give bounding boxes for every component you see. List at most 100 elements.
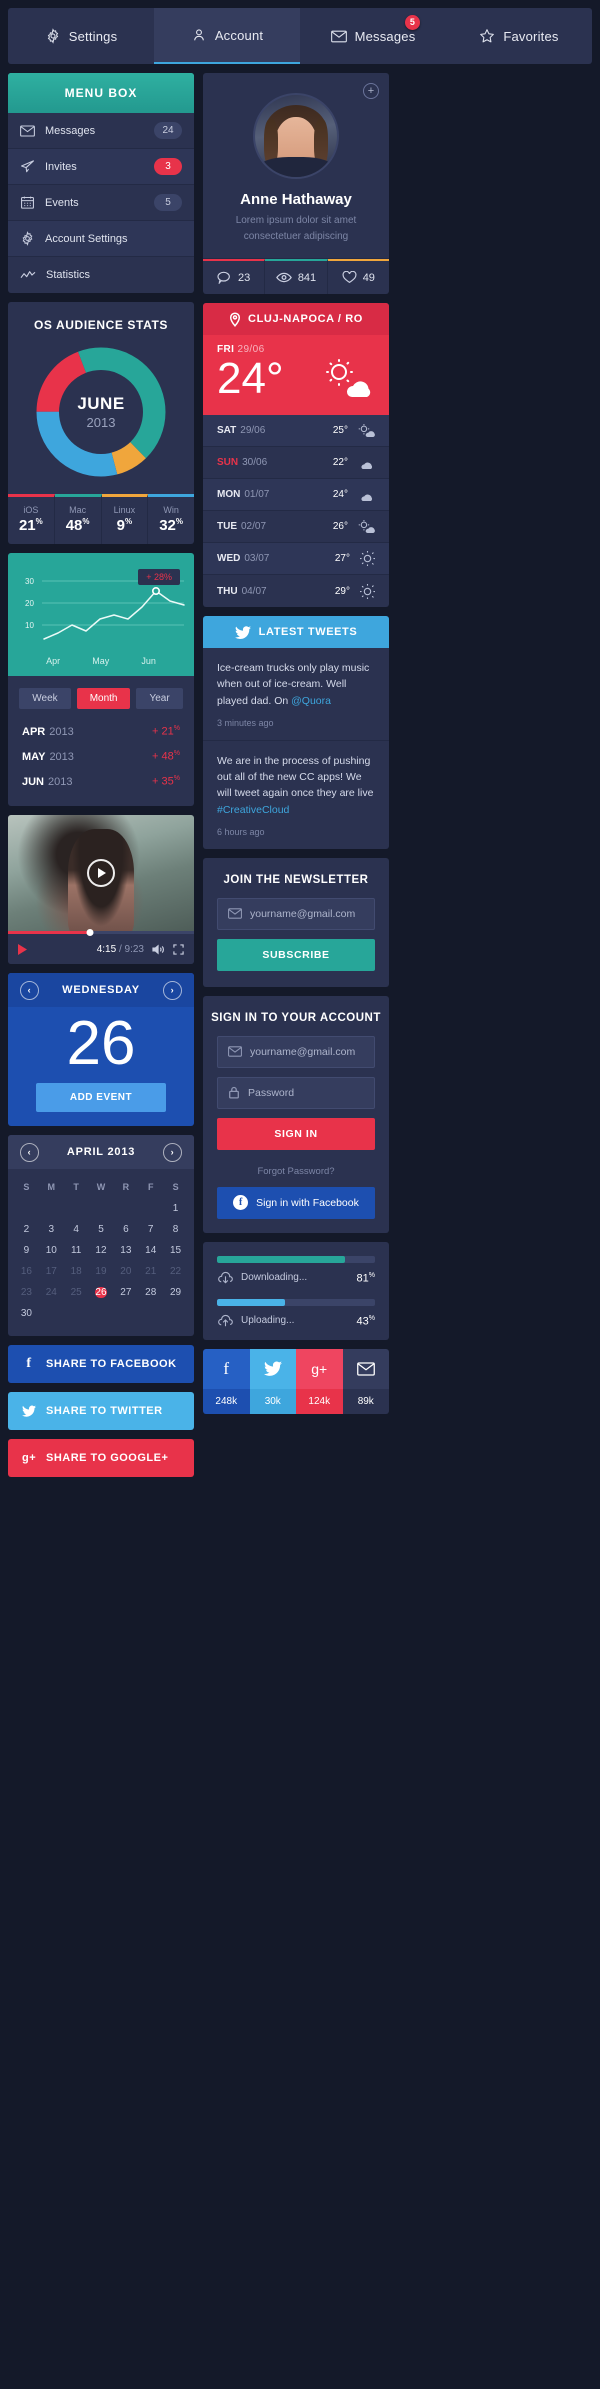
calendar-day[interactable]: 20: [113, 1261, 138, 1282]
stat-delta-suffix: %: [173, 750, 180, 758]
calendar-dow: W: [96, 1182, 106, 1192]
share-googleplus-button[interactable]: g+ SHARE TO GOOGLE+: [8, 1439, 194, 1477]
calendar-day[interactable]: 30: [14, 1303, 39, 1324]
video-play-overlay-button[interactable]: [87, 859, 115, 887]
twitter-icon: [249, 1348, 296, 1389]
calendar-day[interactable]: 6: [113, 1219, 138, 1240]
period-tab-month[interactable]: Month: [76, 688, 131, 709]
forgot-password-link[interactable]: Forgot Password?: [203, 1166, 389, 1187]
calendar-day[interactable]: 21: [138, 1261, 163, 1282]
menu-item-badge: 3: [154, 158, 182, 175]
calendar-day[interactable]: 8: [163, 1219, 188, 1240]
tweet-hashtag-link[interactable]: #CreativeCloud: [217, 804, 289, 816]
nav-tab-label: Settings: [68, 28, 118, 44]
play-icon[interactable]: [18, 943, 27, 955]
video-viewport[interactable]: [8, 815, 194, 931]
signin-password-value: Password: [248, 1086, 295, 1099]
add-event-button[interactable]: ADD EVENT: [36, 1083, 166, 1112]
plus-icon[interactable]: +: [363, 83, 379, 99]
calendar-day[interactable]: 16: [14, 1261, 39, 1282]
calendar-day[interactable]: 5: [89, 1219, 114, 1240]
forecast-temp: 27°: [334, 553, 350, 564]
newsletter-card: JOIN THE NEWSLETTER yourname@gmail.com S…: [203, 857, 389, 987]
calendar-day[interactable]: 13: [113, 1240, 138, 1261]
calendar-day[interactable]: 18: [64, 1261, 89, 1282]
sun-cloud-icon: [319, 359, 375, 399]
chevron-right-icon[interactable]: ›: [162, 980, 182, 1000]
calendar-day[interactable]: 9: [14, 1240, 39, 1261]
calendar-dow: S: [23, 1182, 30, 1192]
fullscreen-icon[interactable]: [173, 943, 184, 955]
weather-location-header: CLUJ-NAPOCA / RO: [203, 303, 389, 335]
share-twitter-button[interactable]: SHARE TO TWITTER: [8, 1392, 194, 1430]
calendar-day[interactable]: 19: [89, 1261, 114, 1282]
calendar-day[interactable]: 22: [163, 1261, 188, 1282]
right-column: + Anne Hathaway Lorem ipsum dolor sit am…: [203, 73, 389, 1477]
calendar-day[interactable]: 2: [14, 1219, 39, 1240]
calendar-day[interactable]: 7: [138, 1219, 163, 1240]
nav-tab-label: Messages: [354, 28, 416, 44]
download-label: Downloading...: [241, 1272, 308, 1284]
period-tabs: Week Month Year: [8, 676, 194, 719]
menu-item-invites[interactable]: Invites 3: [8, 149, 194, 185]
profile-stat-comments[interactable]: 23: [203, 259, 266, 294]
nav-tab-messages[interactable]: Messages 5: [300, 8, 446, 64]
stat-delta-suffix: %: [173, 775, 180, 783]
calendar-day[interactable]: 29: [163, 1282, 188, 1303]
calendar-day: [113, 1303, 138, 1324]
calendar-day[interactable]: 11: [64, 1240, 89, 1261]
signin-button[interactable]: SIGN IN: [217, 1117, 375, 1150]
calendar-day[interactable]: 23: [14, 1282, 39, 1303]
signin-password-field[interactable]: Password: [217, 1076, 375, 1109]
social-stat-googleplus[interactable]: g+ 124k: [296, 1348, 343, 1414]
menu-item-events[interactable]: Events 5: [8, 185, 194, 221]
social-stat-twitter[interactable]: 30k: [249, 1348, 296, 1414]
tweet-mention-link[interactable]: @Quora: [291, 695, 331, 707]
calendar-day[interactable]: 14: [138, 1240, 163, 1261]
calendar-day[interactable]: 25: [64, 1282, 89, 1303]
period-tab-year[interactable]: Year: [136, 688, 183, 709]
heart-icon: [342, 271, 357, 284]
video-progress-handle[interactable]: [86, 929, 94, 936]
forecast-date: 01/07: [244, 489, 270, 500]
menu-item-account-settings[interactable]: Account Settings: [8, 221, 194, 257]
period-tab-week[interactable]: Week: [19, 688, 71, 709]
nav-tab-account[interactable]: Account: [154, 8, 300, 64]
calendar-day[interactable]: 12: [89, 1240, 114, 1261]
calendar-day: [39, 1198, 64, 1219]
cloud-icon: [358, 488, 375, 502]
calendar-day[interactable]: 3: [39, 1219, 64, 1240]
social-count: 124k: [296, 1388, 343, 1414]
nav-tab-favorites[interactable]: Favorites: [446, 8, 592, 64]
calendar-day[interactable]: 1: [163, 1198, 188, 1219]
newsletter-email-field[interactable]: yourname@gmail.com: [217, 897, 375, 930]
profile-stat-likes[interactable]: 49: [327, 259, 389, 294]
chevron-left-icon[interactable]: ‹: [20, 1142, 39, 1162]
calendar-day[interactable]: 10: [39, 1240, 64, 1261]
calendar-day[interactable]: 4: [64, 1219, 89, 1240]
subscribe-button[interactable]: SUBSCRIBE: [217, 938, 375, 971]
profile-stat-views[interactable]: 841: [265, 259, 328, 294]
signin-email-field[interactable]: yourname@gmail.com: [217, 1035, 375, 1068]
share-facebook-button[interactable]: f SHARE TO FACEBOOK: [8, 1345, 194, 1383]
calendar-day-today[interactable]: 26: [95, 1287, 107, 1298]
calendar-day[interactable]: 15: [163, 1240, 188, 1261]
calendar-day[interactable]: 17: [39, 1261, 64, 1282]
menu-item-statistics[interactable]: Statistics: [8, 257, 194, 293]
calendar-day[interactable]: 27: [113, 1282, 138, 1303]
signin-with-facebook-button[interactable]: f Sign in with Facebook: [217, 1186, 375, 1219]
calendar-day[interactable]: 28: [138, 1282, 163, 1303]
stat-year: 2013: [48, 775, 73, 788]
os-pct-suffix: %: [35, 517, 43, 526]
chevron-left-icon[interactable]: ‹: [20, 980, 39, 1000]
video-progress-bar[interactable]: [8, 929, 194, 936]
forecast-temp: 22°: [332, 457, 348, 468]
chevron-right-icon[interactable]: ›: [162, 1142, 182, 1162]
social-stat-facebook[interactable]: f 248k: [203, 1348, 250, 1414]
menu-item-messages[interactable]: Messages 24: [8, 113, 194, 149]
user-icon: [191, 27, 207, 43]
social-stat-email[interactable]: 89k: [342, 1348, 389, 1414]
calendar-day[interactable]: 24: [39, 1282, 64, 1303]
volume-icon[interactable]: [152, 944, 165, 955]
nav-tab-settings[interactable]: Settings: [8, 8, 154, 64]
